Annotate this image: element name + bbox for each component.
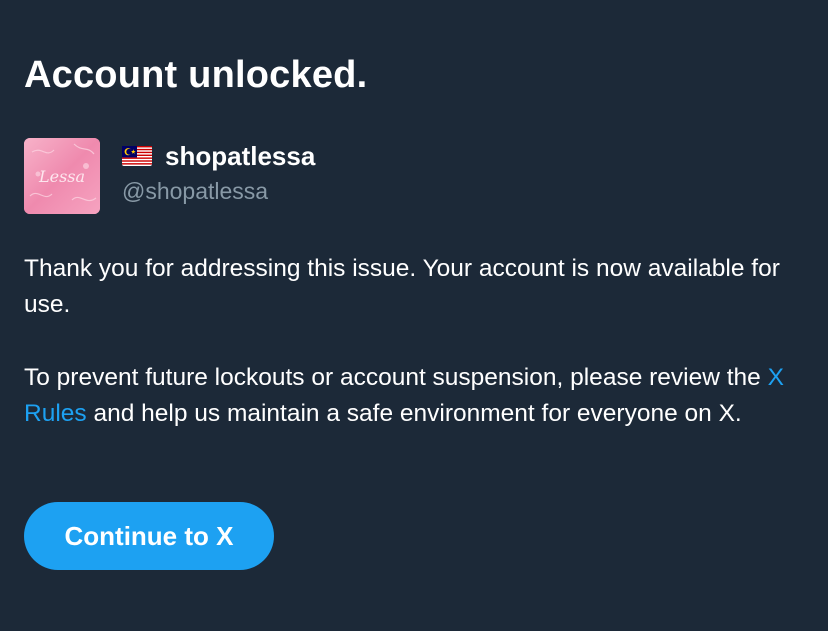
avatar-text: Lessa <box>38 167 85 186</box>
avatar: Lessa <box>24 138 100 214</box>
malaysia-flag-icon <box>122 146 152 166</box>
continue-button[interactable]: Continue to X <box>24 502 274 570</box>
name-row: shopatlessa <box>122 140 315 172</box>
rules-message-end: and help us maintain a safe environment … <box>86 400 742 427</box>
account-card: Lessa shopatlessa @shopatlessa <box>24 138 624 214</box>
account-handle: @shopatlessa <box>122 178 269 204</box>
rules-message-start: To prevent future lockouts or account su… <box>24 364 768 391</box>
display-name: shopatlessa <box>165 141 316 171</box>
account-names: shopatlessa @shopatlessa <box>122 140 315 206</box>
confirmation-message: Thank you for addressing this issue. You… <box>24 255 780 318</box>
account-unlocked-page: Account unlocked. Lessa shopatlessa @sho… <box>24 0 804 631</box>
rules-message: To prevent future lockouts or account su… <box>24 360 804 432</box>
avatar-image: Lessa <box>24 138 100 214</box>
page-title: Account unlocked. <box>24 54 368 96</box>
